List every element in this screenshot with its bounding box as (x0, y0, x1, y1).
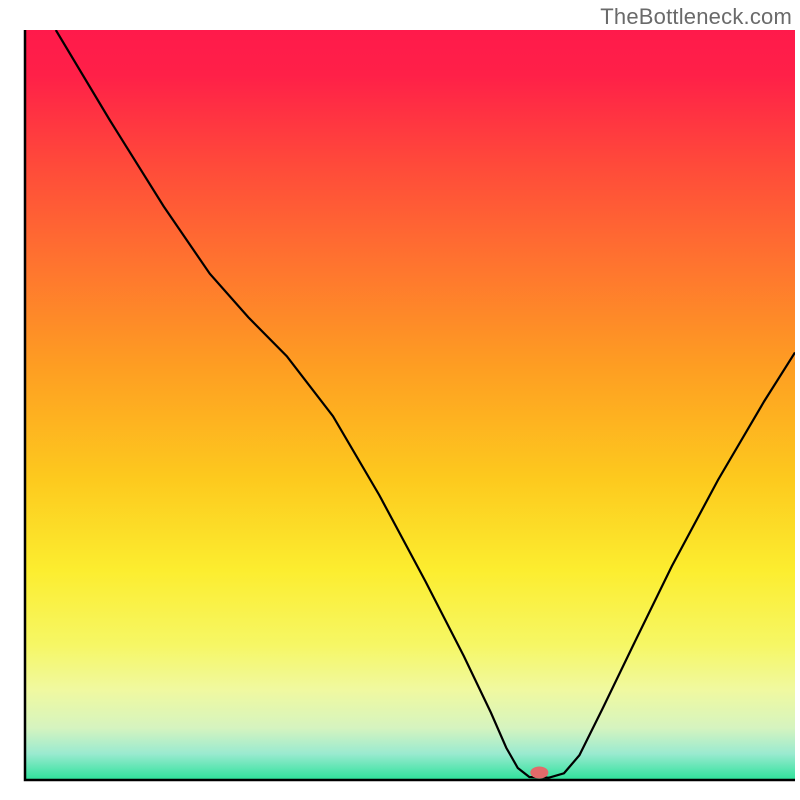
gradient-background (25, 30, 795, 780)
optimal-marker (530, 767, 548, 779)
watermark-text: TheBottleneck.com (600, 4, 792, 30)
bottleneck-chart: TheBottleneck.com (0, 0, 800, 800)
plot-area (25, 30, 795, 780)
chart-svg (0, 0, 800, 800)
